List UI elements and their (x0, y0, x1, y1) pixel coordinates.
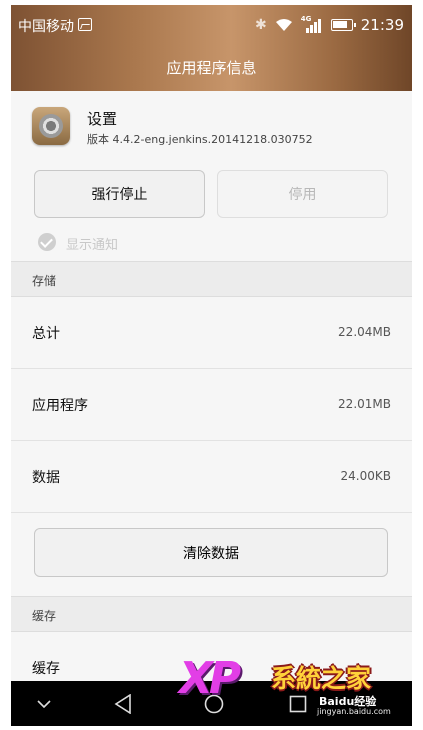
app-version: 版本 4.4.2-eng.jenkins.20141218.030752 (87, 133, 313, 146)
app-header: 设置 版本 4.4.2-eng.jenkins.20141218.030752 … (11, 91, 412, 261)
watermark-url: jingyan.baidu.com (317, 707, 391, 716)
carrier-label: 中国移动 (18, 19, 74, 35)
bluetooth-icon: ✱ (255, 17, 267, 33)
app-name: 设置 (87, 110, 118, 128)
storage-row-data: 数据 24.00KB (11, 441, 412, 513)
hide-navbar-button[interactable] (29, 681, 59, 726)
cache-section-header: 缓存 (11, 596, 412, 632)
storage-row-value: 22.01MB (338, 397, 391, 411)
watermark-logo-cn: 系統之家 (271, 664, 372, 693)
force-stop-button[interactable]: 强行停止 (34, 170, 205, 218)
disable-button[interactable]: 停用 (217, 170, 388, 218)
title-bar: 中国移动 ✱ 4G 21:39 应用程序信息 (11, 5, 412, 91)
cache-row-label: 缓存 (32, 661, 60, 677)
cache-section-title: 缓存 (32, 609, 57, 623)
storage-row-value: 24.00KB (340, 469, 391, 483)
watermark-logo-xp: XP (179, 653, 241, 704)
show-notifications-checkbox[interactable] (38, 233, 56, 251)
phone-screen: 中国移动 ✱ 4G 21:39 应用程序信息 设置 版本 4.4.2-eng.j… (11, 5, 412, 726)
screenshot-frame: 中国移动 ✱ 4G 21:39 应用程序信息 设置 版本 4.4.2-eng.j… (0, 0, 423, 730)
wifi-icon (275, 18, 293, 32)
storage-row-total: 总计 22.04MB (11, 297, 412, 369)
storage-row-value: 22.04MB (338, 325, 391, 339)
storage-row-label: 数据 (32, 470, 60, 486)
storage-section-header: 存储 (11, 261, 412, 297)
back-triangle-icon (114, 693, 131, 714)
storage-row-app: 应用程序 22.01MB (11, 369, 412, 441)
clear-data-button[interactable]: 清除数据 (34, 528, 388, 577)
storage-row-label: 应用程序 (32, 398, 88, 414)
storage-row-label: 总计 (32, 326, 60, 342)
page-title: 应用程序信息 (166, 59, 257, 77)
status-bar: 中国移动 ✱ 4G 21:39 (11, 5, 412, 45)
image-notification-icon (78, 18, 92, 31)
cell-signal-icon: 4G (301, 15, 323, 33)
battery-icon (330, 19, 356, 31)
storage-section-title: 存储 (32, 274, 57, 288)
show-notifications-label: 显示通知 (66, 238, 119, 253)
watermark: XP 系統之家 Baidu经验 jingyan.baidu.com (179, 653, 412, 716)
clock: 21:39 (360, 16, 404, 34)
settings-app-icon (32, 107, 70, 145)
back-button[interactable] (108, 681, 138, 726)
status-icons: ✱ 4G 21:39 (255, 14, 404, 36)
chevron-down-icon (37, 699, 51, 708)
